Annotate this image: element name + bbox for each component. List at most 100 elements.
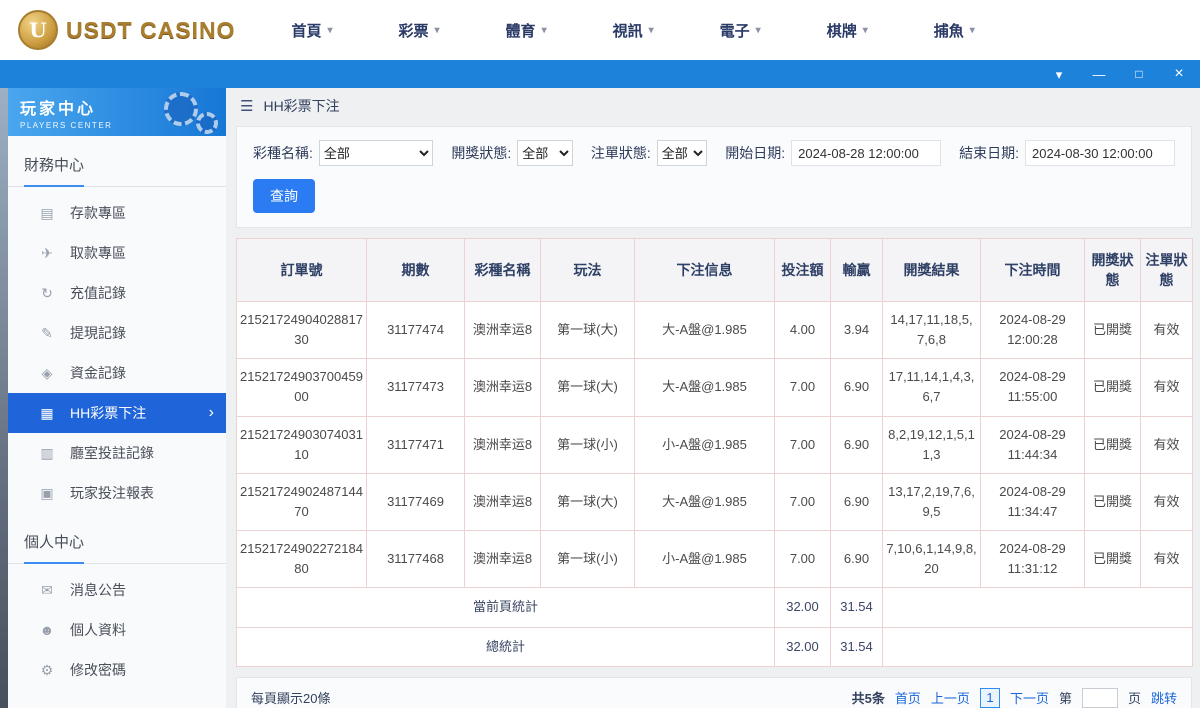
summary-bet-total: 32.00 [775,627,831,666]
chevron-down-icon: ▾ [863,25,868,36]
sidebar-item[interactable]: ▥ 廳室投註記錄 [8,433,226,473]
recharge-icon: ↻ [38,285,56,302]
sidebar-item-label: 廳室投註記錄 [70,443,154,463]
table-cell: 大-A盤@1.985 [635,359,775,416]
table-cell: 31177473 [367,359,465,416]
nav-item[interactable]: 彩票▾ [399,20,440,41]
first-page-link[interactable]: 首页 [895,688,921,707]
sidebar-item[interactable]: ◈資金記錄 [8,353,226,393]
sidebar-item[interactable]: ✈取款專區 [8,233,226,273]
hall-record-icon: ▥ [38,445,56,462]
table-cell: 31177471 [367,416,465,473]
table-cell: 有效 [1141,302,1193,359]
table-cell: 已開獎 [1085,531,1141,588]
chevron-down-icon: ▾ [327,25,332,36]
chevron-down-icon: ▾ [970,25,975,36]
minimize-button[interactable]: — [1092,68,1106,81]
table-cell: 有效 [1141,359,1193,416]
sidebar-item[interactable]: ☻個人資料 [8,610,226,650]
sidebar-item-label: 取款專區 [70,243,126,263]
nav-item[interactable]: 捕魚▾ [934,20,975,41]
table-body: 215217249040288173031177474澳洲幸运8第一球(大)大-… [237,302,1193,667]
table-cell: 已開獎 [1085,302,1141,359]
prev-page-link[interactable]: 上一页 [931,688,970,707]
table-header-row: 訂單號期數彩種名稱玩法下注信息投注額輸贏開獎結果下注時間開獎狀態注單狀態 [237,239,1193,302]
nav-item[interactable]: 電子▾ [720,20,761,41]
sidebar-item-label: 存款專區 [70,203,126,223]
draw-status-select[interactable]: 全部 [517,140,573,166]
table-cell: 8,2,19,12,1,5,11,3 [883,416,981,473]
chevron-down-icon[interactable]: ▾ [1052,68,1066,81]
sidebar-section-label: 財務中心 [24,154,84,187]
table-cell: 6.90 [831,531,883,588]
table-cell: 2152172490227218480 [237,531,367,588]
nav-item[interactable]: 體育 ▾ [506,20,547,41]
lottery-filter-label: 彩種名稱: [253,143,313,163]
table-cell: 有效 [1141,531,1193,588]
column-header: 訂單號 [237,239,367,302]
table-cell: 有效 [1141,416,1193,473]
coin-logo-icon: U [18,10,58,50]
order-status-label: 注單狀態: [591,143,651,163]
hamburger-menu-icon[interactable]: ☰ [240,97,253,115]
jump-link[interactable]: 跳转 [1151,688,1177,707]
column-header: 下注時間 [981,239,1085,302]
table-cell: 澳洲幸运8 [465,302,541,359]
table-cell: 31177474 [367,302,465,359]
table-cell: 4.00 [775,302,831,359]
table-cell: 小-A盤@1.985 [635,416,775,473]
nav-item[interactable]: 視訊▾ [613,20,654,41]
sidebar: 玩家中心 PLAYERS CENTER 財務中心 ▤ 存款專區 ✈取款專區↻充值記錄✎… [8,88,226,708]
deposit-icon: ▤ [38,205,56,222]
page-prefix-label: 第 [1059,688,1072,707]
nav-item-label: 體育 [506,20,536,41]
sidebar-item[interactable]: ▣玩家投注報表 [8,473,226,513]
nav-item-label: 首頁 [291,20,321,41]
nav-item[interactable]: 首頁 ▾ [291,20,332,41]
table-cell: 2152172490307403110 [237,416,367,473]
summary-empty [883,588,1193,627]
end-date-input[interactable] [1025,140,1175,166]
filter-panel: 彩種名稱: 全部 開獎狀態: 全部 注單狀態: 全部 開始日期: 結束日期: 查… [236,126,1192,228]
sidebar-item-label: HH彩票下注 [70,403,146,423]
close-button[interactable]: × [1172,66,1186,82]
sidebar-item[interactable]: ▤ 存款專區 [8,193,226,233]
sidebar-item[interactable]: ⚙修改密碼 [8,650,226,690]
footer-bar: 每頁顯示20條 共5条 首页 上一页 1 下一页 第 页 跳转 [236,677,1192,708]
pagination: 共5条 首页 上一页 1 下一页 第 页 跳转 [852,688,1177,708]
sidebar-item[interactable]: ▦HH彩票下注› [8,393,226,433]
sidebar-item[interactable]: ✎提現記錄 [8,313,226,353]
bell-icon: ✉ [38,582,56,599]
sidebar-item[interactable]: ↻充值記錄 [8,273,226,313]
lottery-select[interactable]: 全部 [319,140,433,166]
main-content: ☰ HH彩票下注 彩種名稱: 全部 開獎狀態: 全部 注單狀態: 全部 開始日期… [226,88,1200,708]
table-cell: 2024-08-29 11:34:47 [981,473,1085,530]
sidebar-header: 玩家中心 PLAYERS CENTER [8,88,226,136]
table-cell: 澳洲幸运8 [465,531,541,588]
chevron-down-icon: ▾ [542,25,547,36]
table-cell: 7.00 [775,359,831,416]
table-cell: 7,10,6,1,14,9,8,20 [883,531,981,588]
table-cell: 2024-08-29 11:31:12 [981,531,1085,588]
nav-item[interactable]: 棋牌▾ [827,20,868,41]
sidebar-item[interactable]: ✉消息公告 [8,570,226,610]
next-page-link[interactable]: 下一页 [1010,688,1049,707]
table-row: 215217249022721848031177468澳洲幸运8第一球(小)小-… [237,531,1193,588]
summary-bet-total: 32.00 [775,588,831,627]
per-page-label: 每頁顯示20條 [251,688,330,707]
search-button[interactable]: 查詢 [253,179,315,213]
table-cell: 大-A盤@1.985 [635,473,775,530]
table-cell: 澳洲幸运8 [465,359,541,416]
order-status-select[interactable]: 全部 [657,140,707,166]
brand-logo[interactable]: U USDT CASINO [18,10,235,50]
chevron-down-icon: ▾ [756,25,761,36]
page-suffix-label: 页 [1128,688,1141,707]
table-cell: 有效 [1141,473,1193,530]
maximize-button[interactable]: □ [1132,68,1146,80]
start-date-input[interactable] [791,140,941,166]
table-cell: 7.00 [775,473,831,530]
table-cell: 2152172490248714470 [237,473,367,530]
table-cell: 6.90 [831,359,883,416]
page-number-input[interactable] [1082,688,1118,708]
column-header: 開獎狀態 [1085,239,1141,302]
